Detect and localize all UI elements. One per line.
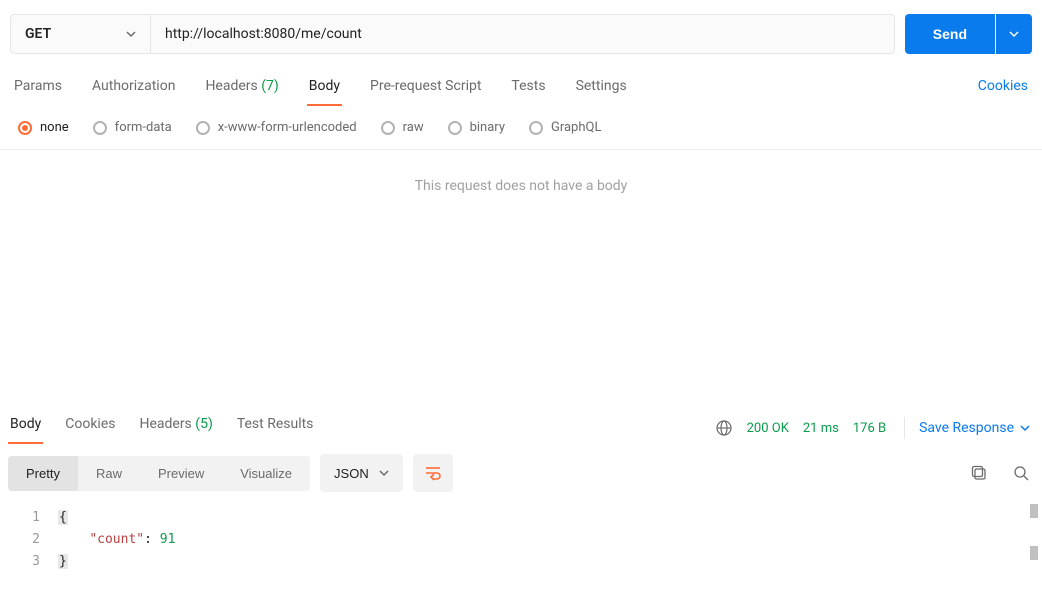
tab-headers-label: Headers: [205, 78, 257, 94]
tab-settings[interactable]: Settings: [574, 72, 629, 106]
send-button-group: Send: [905, 14, 1032, 54]
url-input[interactable]: [151, 15, 894, 53]
code-line: 1 {: [0, 506, 1042, 528]
radio-binary[interactable]: binary: [448, 120, 505, 135]
brace: {: [58, 510, 68, 525]
status-time: 21 ms: [803, 421, 839, 436]
code-line: 2 "count": 91: [0, 528, 1042, 550]
tab-body[interactable]: Body: [307, 72, 342, 106]
view-preview-button[interactable]: Preview: [140, 456, 222, 491]
chevron-down-icon: [379, 468, 389, 478]
radio-raw-label: raw: [403, 120, 424, 135]
view-raw-button[interactable]: Raw: [78, 456, 140, 491]
response-status: 200 OK 21 ms 176 B Save Response: [715, 417, 1030, 439]
globe-icon[interactable]: [715, 419, 733, 437]
chevron-down-icon: [1009, 29, 1019, 39]
view-mode-segment: Pretty Raw Preview Visualize: [8, 456, 310, 491]
response-view-toolbar: Pretty Raw Preview Visualize JSON: [0, 444, 1042, 502]
response-section: Body Cookies Headers (5) Test Results 20…: [0, 402, 1042, 602]
wrap-icon: [424, 464, 442, 482]
radio-dot-icon: [93, 121, 107, 135]
radio-none[interactable]: none: [18, 120, 69, 135]
body-type-radios: none form-data x-www-form-urlencoded raw…: [0, 106, 1042, 150]
tab-tests[interactable]: Tests: [509, 72, 547, 106]
resp-tab-headers[interactable]: Headers (5): [137, 412, 214, 444]
radio-formdata-label: form-data: [115, 120, 172, 135]
http-method-select[interactable]: GET: [11, 15, 151, 53]
radio-formdata[interactable]: form-data: [93, 120, 172, 135]
radio-dot-icon: [18, 121, 32, 135]
response-tabs: Body Cookies Headers (5) Test Results 20…: [0, 402, 1042, 444]
tab-authorization[interactable]: Authorization: [90, 72, 177, 106]
search-icon[interactable]: [1012, 464, 1030, 482]
scrollbar-mark: [1030, 504, 1038, 518]
chevron-down-icon: [1020, 423, 1030, 433]
radio-xwww-label: x-www-form-urlencoded: [218, 120, 357, 135]
save-response-label: Save Response: [919, 420, 1014, 436]
line-number: 1: [0, 510, 58, 525]
radio-none-label: none: [40, 120, 69, 135]
chevron-down-icon: [126, 29, 136, 39]
radio-dot-icon: [448, 121, 462, 135]
http-method-value: GET: [25, 26, 51, 42]
view-pretty-button[interactable]: Pretty: [8, 456, 78, 491]
tab-headers-count: (7): [261, 78, 279, 94]
tab-prerequest[interactable]: Pre-request Script: [368, 72, 483, 106]
tab-params[interactable]: Params: [12, 72, 64, 106]
resp-tab-headers-count: (5): [195, 416, 213, 432]
json-value: 91: [160, 532, 176, 547]
wrap-lines-button[interactable]: [413, 454, 453, 492]
code-line: 3 }: [0, 550, 1042, 572]
radio-dot-icon: [196, 121, 210, 135]
cookies-link[interactable]: Cookies: [976, 72, 1030, 106]
radio-binary-label: binary: [470, 120, 505, 135]
resp-tab-body[interactable]: Body: [8, 412, 43, 444]
brace: }: [58, 554, 68, 569]
json-key: "count": [89, 532, 144, 547]
format-select[interactable]: JSON: [320, 454, 403, 492]
view-visualize-button[interactable]: Visualize: [222, 456, 310, 491]
send-dropdown-button[interactable]: [996, 14, 1032, 54]
radio-dot-icon: [381, 121, 395, 135]
save-response-button[interactable]: Save Response: [904, 417, 1030, 439]
resp-tab-headers-label: Headers: [139, 416, 191, 432]
radio-graphql-label: GraphQL: [551, 120, 601, 135]
status-code: 200 OK: [747, 421, 789, 436]
status-size: 176 B: [853, 421, 886, 436]
line-number: 3: [0, 554, 58, 569]
scrollbar-mark: [1030, 546, 1038, 560]
radio-dot-icon: [529, 121, 543, 135]
empty-body-message: This request does not have a body: [0, 150, 1042, 222]
tab-headers[interactable]: Headers (7): [203, 72, 280, 106]
format-value: JSON: [334, 466, 369, 481]
send-button[interactable]: Send: [905, 14, 995, 54]
radio-raw[interactable]: raw: [381, 120, 424, 135]
line-number: 2: [0, 532, 58, 547]
radio-xwww[interactable]: x-www-form-urlencoded: [196, 120, 357, 135]
radio-graphql[interactable]: GraphQL: [529, 120, 601, 135]
response-body-viewer[interactable]: 1 { 2 "count": 91 3 }: [0, 502, 1042, 576]
resp-tab-testresults[interactable]: Test Results: [235, 412, 316, 444]
resp-tab-cookies[interactable]: Cookies: [63, 412, 117, 444]
copy-icon[interactable]: [970, 464, 988, 482]
request-tabs: Params Authorization Headers (7) Body Pr…: [0, 64, 1042, 106]
method-url-group: GET: [10, 14, 895, 54]
